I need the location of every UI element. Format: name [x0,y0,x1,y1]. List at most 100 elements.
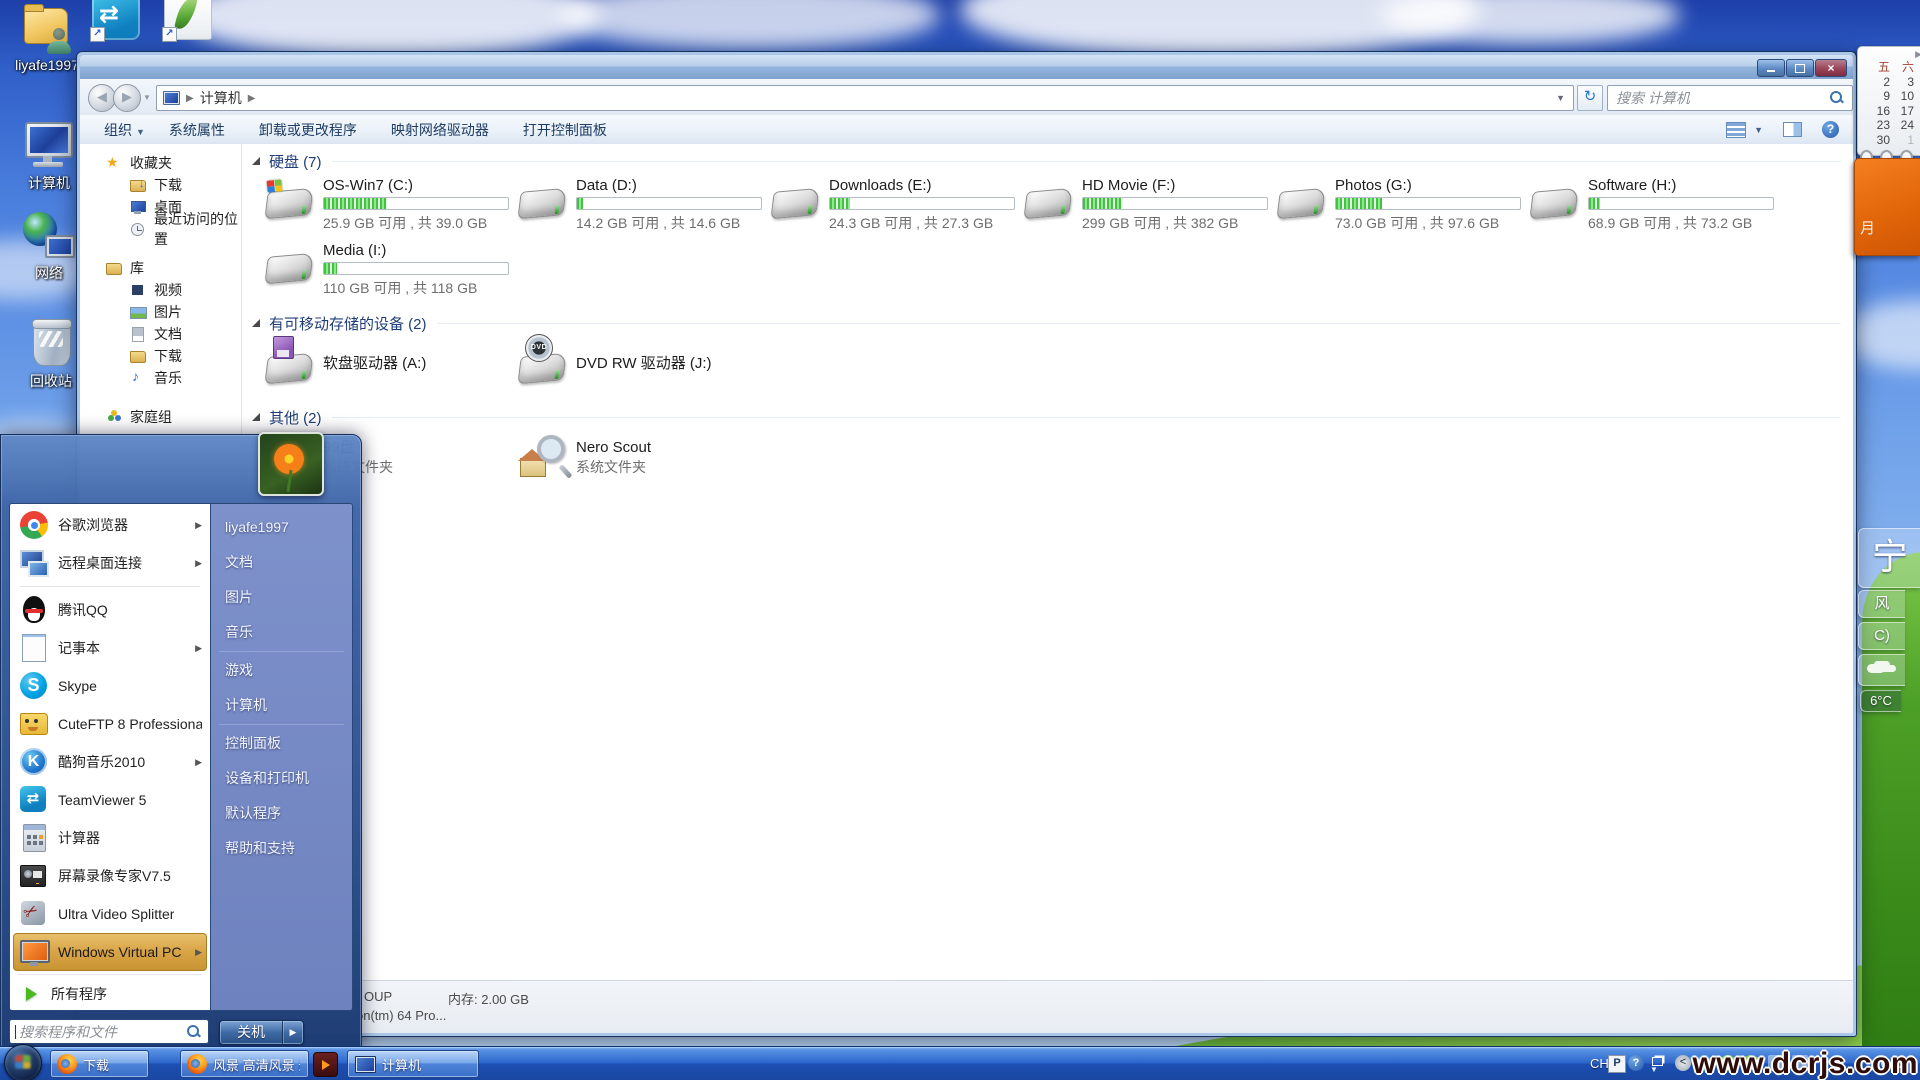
toolbar-button[interactable]: 卸载或更改程序 [259,122,357,138]
start-menu-place-默认程序[interactable]: 默认程序 [211,796,352,831]
address-bar[interactable]: ▶ 计算机 ▶ ▼ [156,85,1574,111]
views-button[interactable]: ▼ [1726,122,1763,138]
start-menu-place-游戏[interactable]: 游戏 [211,653,352,688]
start-menu-item[interactable]: 腾讯QQ [10,591,210,629]
all-programs-button[interactable]: 所有程序 [10,977,210,1011]
start-menu-item[interactable]: 谷歌浏览器▶ [10,506,210,544]
calendar-day[interactable]: 1 [1890,133,1914,148]
tile-HD Movie (F:)[interactable]: HD Movie (F:)299 GB 可用 , 共 382 GB [1008,176,1261,233]
maximize-button[interactable] [1786,59,1814,77]
start-menu-item[interactable]: K酷狗音乐2010▶ [10,743,210,781]
start-menu-place-图片[interactable]: 图片 [211,580,352,615]
tile-Software (H:)[interactable]: Software (H:)68.9 GB 可用 , 共 73.2 GB [1514,176,1767,233]
start-menu-item[interactable]: Windows Virtual PC▶ [13,933,207,971]
toolbar-button[interactable]: 映射网络驱动器 [391,122,489,138]
shutdown-label[interactable]: 关机 [220,1021,282,1044]
taskbar-button[interactable]: 计算机 [347,1050,479,1078]
start-menu-place-音乐[interactable]: 音乐 [211,615,352,650]
tile-Nero Scout[interactable]: Nero Scout系统文件夹 [502,432,755,482]
organize-menu[interactable]: 组织▼ [104,120,145,140]
taskbar-button[interactable]: 风景 高清风景 最近... [180,1050,309,1078]
start-menu-place-计算机[interactable]: 计算机 [211,688,352,723]
help-tray-icon[interactable]: ? [1628,1055,1644,1071]
minimize-button[interactable] [1757,59,1785,77]
start-button[interactable] [4,1044,42,1080]
calendar-day[interactable]: 2 [1866,75,1890,90]
start-menu-item[interactable]: ⇄TeamViewer 5 [10,781,210,819]
calendar-day[interactable]: 9 [1866,89,1890,104]
start-menu-item[interactable]: Ultra Video Splitter [10,895,210,933]
shutdown-button[interactable]: 关机 ▶ [219,1020,304,1045]
calendar-day[interactable]: 23 [1866,118,1890,133]
start-menu-place-文档[interactable]: 文档 [211,545,352,580]
media-player-icon[interactable] [313,1052,338,1077]
close-button[interactable]: × [1815,59,1847,77]
language-indicator[interactable]: CH [1590,1056,1609,1071]
sidebar-item[interactable]: 最近访问的位置 [80,218,241,240]
sidebar-item[interactable]: 图片 [80,301,241,323]
calendar-gadget[interactable]: ▶ 五六2391016172324301 [1857,46,1920,156]
calendar-day[interactable]: 17 [1890,104,1914,119]
start-menu-place-设备和打印机[interactable]: 设备和打印机 [211,761,352,796]
calendar-day[interactable]: 16 [1866,104,1890,119]
start-menu-place-控制面板[interactable]: 控制面板 [211,726,352,761]
calendar-day[interactable]: 24 [1890,118,1914,133]
refresh-button[interactable]: ↻ [1577,85,1603,111]
desktop-icon-user-folder[interactable]: liyafe1997 [8,4,86,73]
sidebar-item[interactable]: 下载 [80,174,241,196]
collapse-triangle-icon[interactable] [252,157,260,165]
start-menu-item[interactable]: 记事本▶ [10,629,210,667]
help-icon[interactable]: ? [1822,121,1839,138]
tray-chevron-icon[interactable]: ▼ [1650,1065,1666,1080]
address-dropdown-icon[interactable]: ▼ [1556,93,1565,103]
calendar-day[interactable]: 30 [1866,133,1890,148]
photoshop-shortcut-icon[interactable]: ↗ [164,0,212,40]
taskbar-button[interactable]: 下载 [50,1050,149,1078]
breadcrumb[interactable]: 计算机 [200,88,242,108]
sidebar-group-1[interactable]: 库 [80,257,241,279]
collapse-triangle-icon[interactable] [252,413,260,421]
back-button[interactable]: ◀ [88,84,116,112]
start-search-box[interactable]: 搜索程序和文件 [9,1019,209,1044]
group-header[interactable]: 有可移动存储的设备 (2) [252,312,1841,334]
user-avatar[interactable] [258,432,324,496]
start-menu-item[interactable]: 远程桌面连接▶ [10,544,210,582]
sidebar-item[interactable]: 音乐 [80,367,241,389]
forward-button[interactable]: ▶ [113,84,141,112]
tile-Downloads (E:)[interactable]: Downloads (E:)24.3 GB 可用 , 共 27.3 GB [755,176,1008,233]
tile-OS-Win7 (C:)[interactable]: OS-Win7 (C:)25.9 GB 可用 , 共 39.0 GB [249,176,502,233]
sidebar-group-2[interactable]: 家庭组 [80,406,241,428]
calendar-day[interactable]: 10 [1890,89,1914,104]
collapse-triangle-icon[interactable] [252,319,260,327]
group-header[interactable]: 硬盘 (7) [252,150,1841,172]
calendar-page[interactable]: 月 [1854,158,1920,256]
sidebar-item[interactable]: 文档 [80,323,241,345]
tile-Media (I:)[interactable]: Media (I:)110 GB 可用 , 共 118 GB [249,241,502,298]
preview-pane-icon[interactable] [1783,122,1802,137]
start-menu-item[interactable]: SSkype [10,667,210,705]
tile-DVD RW 驱动器 (J:)[interactable]: DVDDVD RW 驱动器 (J:) [502,338,755,388]
shutdown-options-icon[interactable]: ▶ [283,1021,303,1044]
start-menu-place-帮助和支持[interactable]: 帮助和支持 [211,831,352,866]
calendar-day[interactable]: 3 [1890,75,1914,90]
tile-Photos (G:)[interactable]: Photos (G:)73.0 GB 可用 , 共 97.6 GB [1261,176,1514,233]
teamviewer-shortcut-icon[interactable]: ↗ [92,0,140,40]
sidebar-item[interactable]: 视频 [80,279,241,301]
tray-expand-icon[interactable]: < [1675,1055,1691,1071]
sidebar-item[interactable]: 下载 [80,345,241,367]
toolbar-button[interactable]: 系统属性 [169,122,225,138]
tile-Data (D:)[interactable]: Data (D:)14.2 GB 可用 , 共 14.6 GB [502,176,755,233]
start-menu-place-liyafe1997[interactable]: liyafe1997 [211,510,352,545]
start-menu-item[interactable]: 屏幕录像专家V7.5 [10,857,210,895]
start-menu-item[interactable]: 计算器 [10,819,210,857]
toolbar-button[interactable]: 打开控制面板 [523,122,607,138]
search-box[interactable]: 搜索 计算机 [1607,85,1853,111]
title-bar[interactable]: × [80,55,1853,79]
group-header[interactable]: 其他 (2) [252,406,1841,428]
input-method-icon[interactable]: P [1608,1055,1626,1073]
weather-gadget-city[interactable]: 宁 [1858,528,1920,588]
tile-软盘驱动器 (A:)[interactable]: 软盘驱动器 (A:) [249,338,502,388]
start-menu-item[interactable]: CuteFTP 8 Professional [10,705,210,743]
calendar-next-icon[interactable]: ▶ [1915,49,1920,60]
sidebar-group-0[interactable]: 收藏夹 [80,152,241,174]
